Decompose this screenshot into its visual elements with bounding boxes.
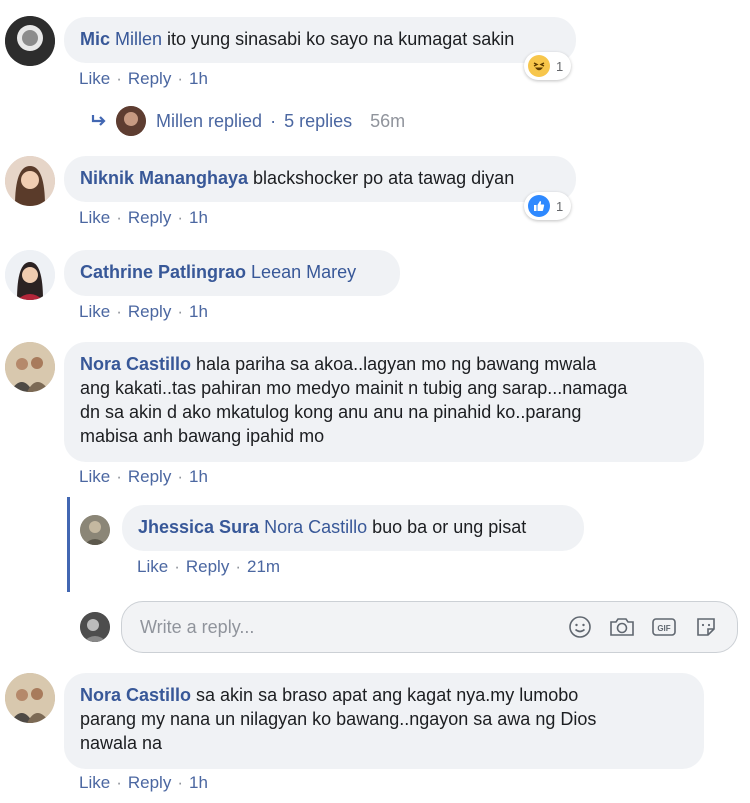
mention-link[interactable]: Nora Castillo — [264, 517, 367, 537]
avatar[interactable] — [5, 342, 55, 392]
like-icon — [528, 195, 550, 217]
comment-text-line: parang my nana un nilagyan ko bawang..ng… — [80, 709, 597, 729]
comment-text-line: nawala na — [80, 733, 163, 753]
comment-actions: Like · Reply · 1h — [79, 773, 208, 792]
like-link[interactable]: Like — [137, 557, 168, 576]
comment-bubble: Mic Millen ito yung sinasabi ko sayo na … — [64, 17, 576, 63]
comment-author[interactable]: Nora Castillo — [80, 354, 191, 374]
timestamp[interactable]: 1h — [189, 69, 208, 88]
timestamp[interactable]: 21m — [247, 557, 280, 576]
like-link[interactable]: Like — [79, 467, 110, 486]
camera-icon[interactable] — [607, 612, 637, 642]
replied-name: Millen replied — [156, 110, 263, 131]
reply-author[interactable]: Jhessica Sura — [138, 517, 259, 537]
comment-author[interactable]: Cathrine Patlingrao — [80, 262, 246, 282]
reply-link[interactable]: Reply — [128, 302, 171, 321]
mention-link[interactable]: Millen — [115, 29, 162, 49]
reply-count: 5 replies — [284, 110, 353, 131]
emoji-icon[interactable] — [565, 612, 595, 642]
reply-bubble: Jhessica Sura Nora Castillo buo ba or un… — [122, 505, 584, 551]
reaction-summary[interactable]: 1 — [524, 192, 572, 220]
comment-actions: Like · Reply · 1h — [79, 302, 208, 321]
reply-actions: Like · Reply · 21m — [137, 557, 281, 576]
reply-time: 56m — [370, 110, 406, 131]
timestamp[interactable]: 1h — [189, 467, 208, 486]
reply-thread-line — [67, 497, 70, 592]
reply-input-box: GIF — [121, 601, 738, 653]
reply-link[interactable]: Reply — [128, 773, 171, 792]
haha-icon — [528, 55, 550, 77]
avatar[interactable] — [5, 250, 55, 300]
comment-bubble: Cathrine Patlingrao Leean Marey — [64, 250, 400, 296]
reply-link[interactable]: Reply — [128, 208, 171, 227]
avatar[interactable] — [5, 673, 55, 723]
comment-author[interactable]: Nora Castillo — [80, 685, 191, 705]
svg-text:GIF: GIF — [657, 624, 670, 633]
comment-text-line: sa akin sa braso apat ang kagat nya.my l… — [191, 685, 579, 705]
avatar[interactable] — [5, 16, 55, 66]
avatar[interactable] — [5, 156, 55, 206]
like-link[interactable]: Like — [79, 773, 110, 792]
comment-text: ito yung sinasabi ko sayo na kumagat sak… — [162, 29, 515, 49]
comment-text-line: ang kakati..tas pahiran mo medyo mainit … — [80, 378, 628, 398]
comment-actions: Like · Reply · 1h — [79, 208, 208, 227]
comment-text-line: mabisa anh bawang ipahid mo — [80, 426, 325, 446]
timestamp[interactable]: 1h — [189, 208, 208, 227]
comment-text: blackshocker po ata tawag diyan — [248, 168, 515, 188]
reaction-count: 1 — [556, 198, 564, 214]
like-link[interactable]: Like — [79, 208, 110, 227]
comment-bubble: Nora Castillo sa akin sa braso apat ang … — [64, 673, 704, 769]
comment-bubble: Niknik Mananghaya blackshocker po ata ta… — [64, 156, 576, 202]
current-user-avatar — [80, 612, 110, 642]
comment-text-line: hala pariha sa akoa..lagyan mo ng bawang… — [191, 354, 597, 374]
like-link[interactable]: Like — [79, 69, 110, 88]
comment-author[interactable]: Mic — [80, 29, 110, 49]
reply-text: buo ba or ung pisat — [367, 517, 527, 537]
mention-link[interactable]: Leean Marey — [251, 262, 356, 282]
reply-link[interactable]: Reply — [128, 467, 171, 486]
avatar[interactable] — [80, 515, 110, 545]
sticker-icon[interactable] — [691, 612, 721, 642]
reply-arrow-icon — [90, 113, 116, 129]
reply-link[interactable]: Reply — [128, 69, 171, 88]
timestamp[interactable]: 1h — [189, 302, 208, 321]
comment-author[interactable]: Niknik Mananghaya — [80, 168, 248, 188]
reply-input[interactable] — [138, 615, 553, 639]
comment-actions: Like · Reply · 1h — [79, 467, 208, 486]
like-link[interactable]: Like — [79, 302, 110, 321]
comment-text-line: dn sa akin d ako mkatulog kong anu anu n… — [80, 402, 582, 422]
reaction-summary[interactable]: 1 — [524, 52, 572, 80]
timestamp[interactable]: 1h — [189, 773, 208, 792]
reaction-count: 1 — [556, 58, 564, 74]
view-replies-link[interactable]: Millen replied · 5 replies 56m — [90, 106, 405, 136]
gif-icon[interactable]: GIF — [649, 612, 679, 642]
comment-actions: Like · Reply · 1h — [79, 69, 208, 88]
comment-bubble: Nora Castillo hala pariha sa akoa..lagya… — [64, 342, 704, 462]
avatar — [116, 106, 146, 136]
reply-link[interactable]: Reply — [186, 557, 229, 576]
